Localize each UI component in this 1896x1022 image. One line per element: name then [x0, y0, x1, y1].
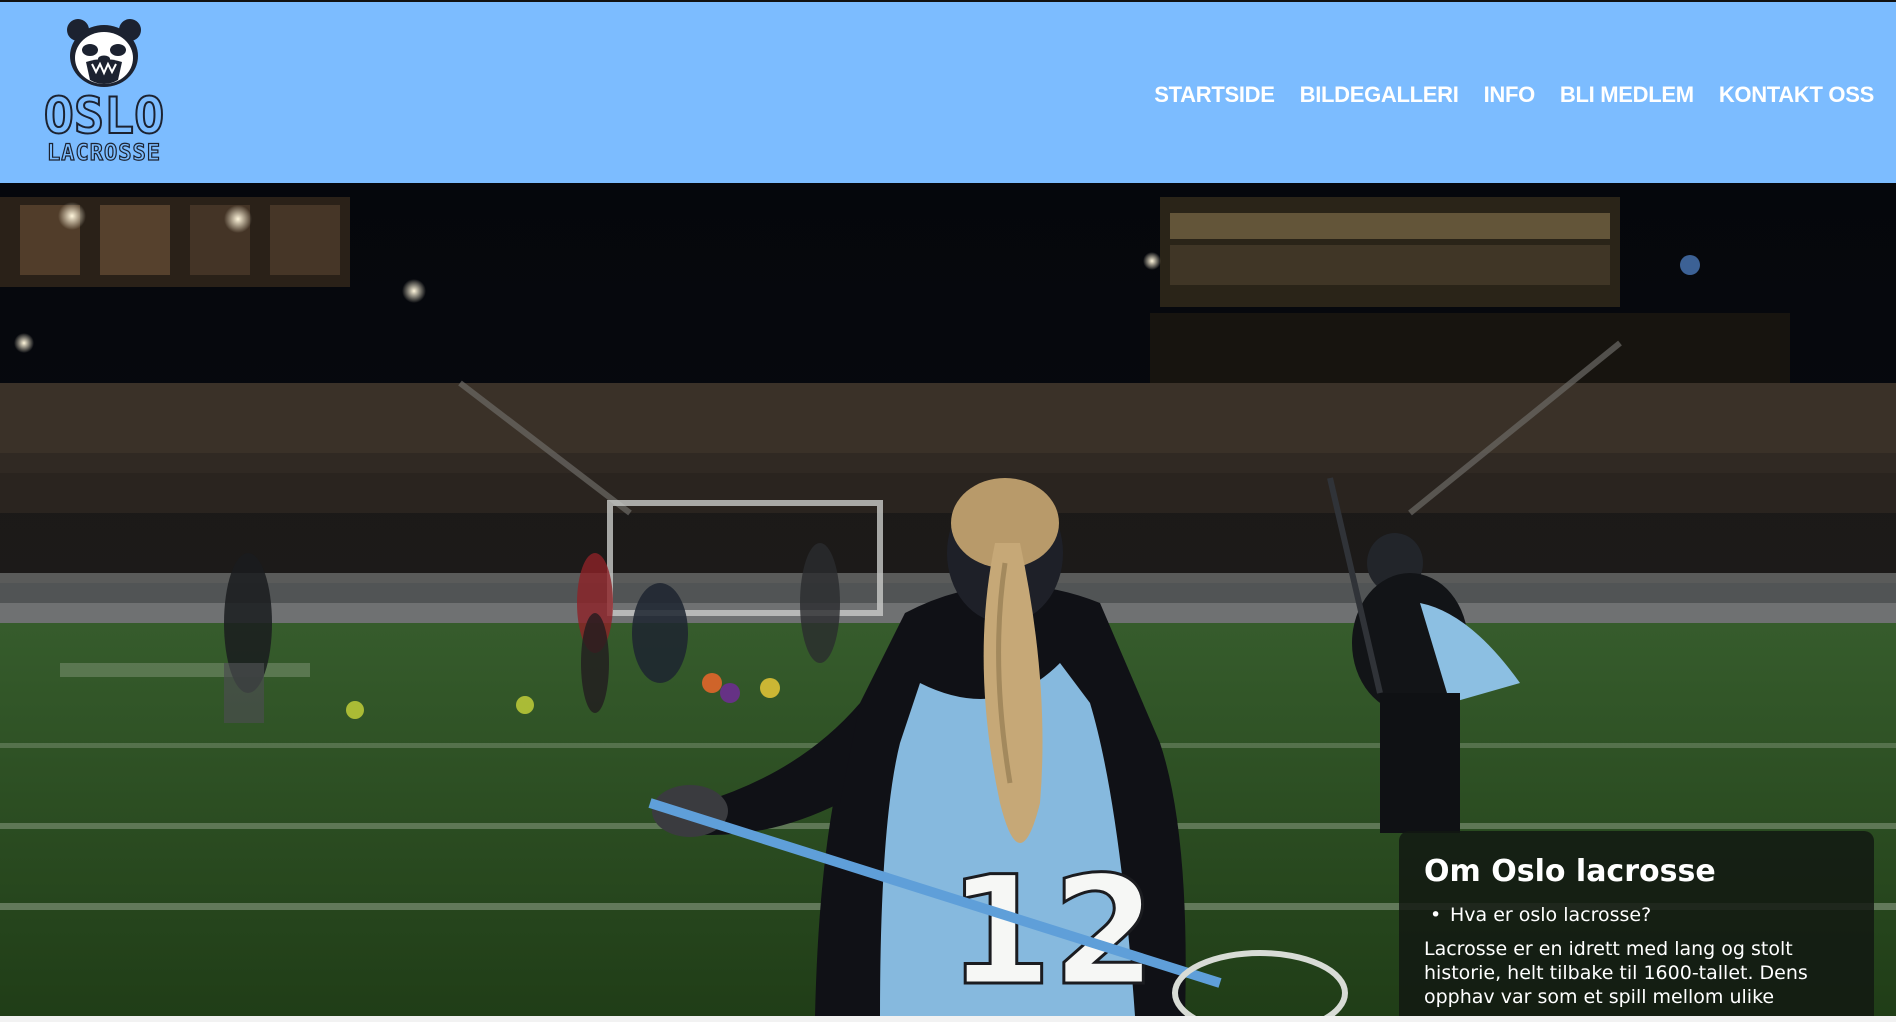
logo-subtitle: LACROSSE — [46, 141, 161, 166]
nav-kontakt-oss[interactable]: KONTAKT OSS — [1719, 80, 1874, 110]
nav-info[interactable]: INFO — [1484, 80, 1536, 110]
about-card-list: Hva er oslo lacrosse? — [1424, 903, 1850, 927]
nav-bli-medlem[interactable]: BLI MEDLEM — [1560, 80, 1694, 110]
nav-bildegalleri[interactable]: BILDEGALLERI — [1300, 80, 1459, 110]
site-logo[interactable]: OSLO LACROSSE — [38, 16, 170, 166]
about-card-text: Lacrosse er en idrett med lang og stolt … — [1424, 938, 1808, 1008]
about-card-bullet: Hva er oslo lacrosse? — [1424, 903, 1850, 927]
site-header: OSLO LACROSSE STARTSIDE BILDEGALLERI INF… — [0, 2, 1896, 183]
main-navigation: STARTSIDE BILDEGALLERI INFO BLI MEDLEM K… — [1154, 80, 1874, 110]
about-card-title: Om Oslo lacrosse — [1424, 854, 1716, 889]
panda-icon — [67, 19, 141, 87]
hero-image: 12 Om Oslo lacrosse Hva er oslo lacrosse… — [0, 183, 1896, 1016]
logo-wordmark: OSLO — [43, 87, 165, 145]
about-card: Om Oslo lacrosse Hva er oslo lacrosse? L… — [1399, 831, 1874, 1016]
nav-startside[interactable]: STARTSIDE — [1154, 80, 1275, 110]
page-bottom-edge — [0, 1016, 1896, 1022]
